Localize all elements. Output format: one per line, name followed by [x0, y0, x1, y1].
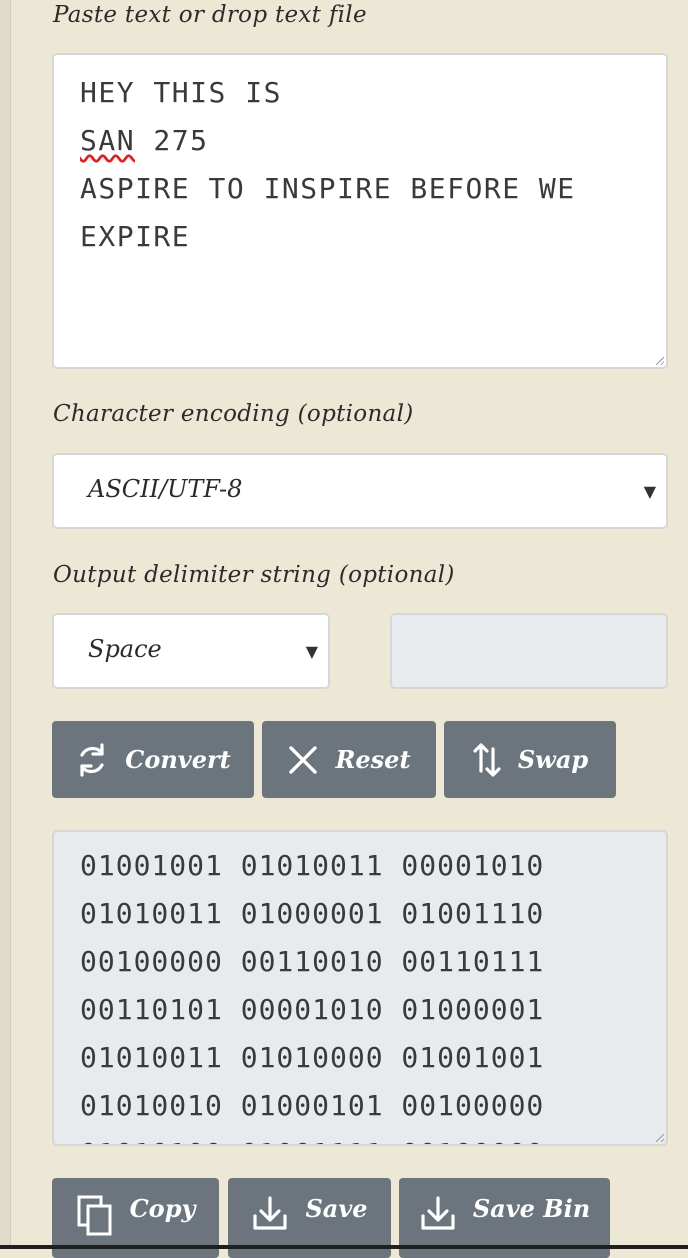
save-bin-label: Save Bin: [472, 1194, 591, 1223]
reset-button[interactable]: Reset: [262, 721, 436, 798]
output-binary-text: 01001001 01010011 00001010 01010011 0100…: [80, 849, 545, 1144]
swap-label: Swap: [517, 745, 589, 774]
input-resize-handle[interactable]: [656, 357, 664, 365]
close-icon: [289, 745, 318, 774]
dropdown-arrow-icon: ▼: [305, 642, 318, 661]
reset-label: Reset: [335, 745, 411, 774]
swap-button[interactable]: Swap: [444, 721, 616, 798]
output-resize-handle[interactable]: [656, 1134, 664, 1142]
page-left-edge: [0, 0, 11, 1249]
copy-label: Copy: [129, 1194, 196, 1223]
input-line-4: EXPIRE: [80, 220, 191, 253]
encoding-select[interactable]: ASCII/UTF-8 ▼: [52, 453, 668, 529]
input-line-2-rest: 275: [135, 124, 209, 157]
convert-label: Convert: [125, 745, 231, 774]
input-line-1: HEY THIS IS: [80, 76, 282, 109]
custom-delimiter-input[interactable]: [390, 613, 668, 689]
copy-icon: [77, 1195, 112, 1236]
screen-bottom-edge: [0, 1245, 688, 1249]
download-icon: [421, 1196, 455, 1230]
input-misspelled-word: SAN: [80, 124, 136, 157]
delimiter-selected-value: Space: [88, 635, 162, 663]
input-label: Paste text or drop text file: [53, 2, 367, 28]
encoding-selected-value: ASCII/UTF-8: [88, 475, 243, 503]
input-line-3: ASPIRE TO INSPIRE BEFORE WE: [80, 172, 576, 205]
swap-arrows-icon: [473, 742, 501, 777]
delimiter-select[interactable]: Space ▼: [52, 613, 330, 689]
encoding-label: Character encoding (optional): [53, 401, 414, 427]
refresh-icon: [80, 742, 104, 777]
dropdown-arrow-icon: ▼: [643, 482, 656, 501]
convert-button[interactable]: Convert: [52, 721, 254, 798]
download-icon: [253, 1196, 288, 1230]
output-textarea[interactable]: 01001001 01010011 00001010 01010011 0100…: [52, 830, 668, 1146]
delimiter-label: Output delimiter string (optional): [53, 562, 455, 588]
save-label: Save: [305, 1194, 368, 1223]
input-textarea[interactable]: HEY THIS IS SAN 275 ASPIRE TO INSPIRE BE…: [52, 53, 668, 369]
